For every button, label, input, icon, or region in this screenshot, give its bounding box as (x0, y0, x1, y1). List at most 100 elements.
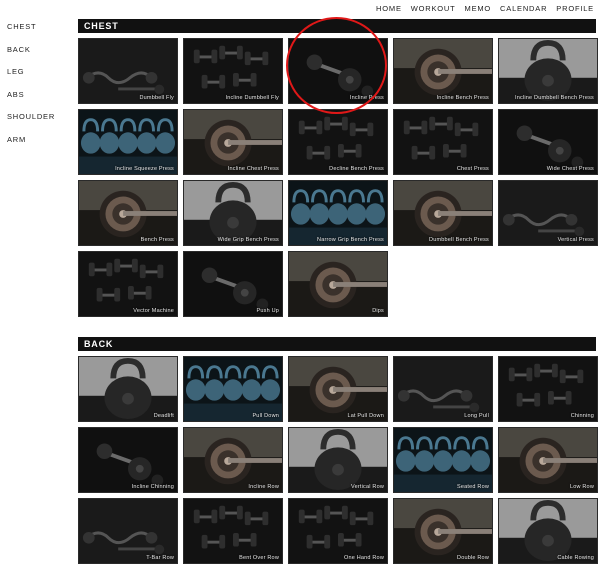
exercise-image (499, 499, 597, 563)
exercise-tile-dumbbell-bench-press[interactable]: Dumbbell Bench Press (393, 180, 493, 246)
exercise-label: One Hand Row (343, 555, 384, 561)
exercise-tile-chest-press[interactable]: Chest Press (393, 109, 493, 175)
nav-calendar[interactable]: CALENDAR (500, 4, 547, 14)
exercise-tile-vector-machine[interactable]: Vector Machine (78, 251, 178, 317)
exercise-image (499, 428, 597, 492)
nav-home[interactable]: HOME (376, 4, 402, 14)
exercise-tile-chinning[interactable]: Chinning (498, 356, 598, 422)
exercise-image (184, 110, 282, 174)
exercise-image (184, 428, 282, 492)
exercise-image (394, 357, 492, 421)
exercise-label: Bent Over Row (239, 555, 279, 561)
exercise-label: Wide Chest Press (546, 166, 594, 172)
exercise-tile-double-row[interactable]: Double Row (393, 498, 493, 564)
exercise-label: Dips (372, 308, 384, 314)
exercise-label: Incline Chinning (131, 484, 174, 490)
exercise-tile-t-bar-row[interactable]: T-Bar Row (78, 498, 178, 564)
exercise-tile-incline-chest-press[interactable]: Incline Chest Press (183, 109, 283, 175)
exercise-tile-one-hand-row[interactable]: One Hand Row (288, 498, 388, 564)
exercise-image (499, 357, 597, 421)
exercise-image (499, 39, 597, 103)
nav-workout[interactable]: WORKOUT (411, 4, 456, 14)
exercise-image (394, 181, 492, 245)
exercise-label: Chest Press (456, 166, 489, 172)
exercise-image (394, 39, 492, 103)
nav-profile[interactable]: PROFILE (556, 4, 594, 14)
exercise-grid-chest: Dumbbell Fly Incline Dumbbell Fly Incline … (78, 38, 600, 317)
nav-memo[interactable]: MEMO (465, 4, 492, 14)
exercise-image (394, 499, 492, 563)
exercise-image (184, 499, 282, 563)
exercise-tile-lat-pull-down[interactable]: Lat Pull Down (288, 356, 388, 422)
exercise-label: Wide Grip Bench Press (217, 237, 279, 243)
section-header-chest: CHEST (78, 19, 596, 33)
exercise-label: Narrow Grip Bench Press (317, 237, 384, 243)
sidebar-item-chest[interactable]: CHEST (7, 22, 62, 45)
exercise-tile-dumbbell-fly[interactable]: Dumbbell Fly (78, 38, 178, 104)
exercise-label: Incline Dumbbell Fly (225, 95, 279, 101)
exercise-label: Incline Chest Press (227, 166, 279, 172)
exercise-label: Dumbbell Bench Press (429, 237, 489, 243)
exercise-label: Long Pull (464, 413, 489, 419)
exercise-tile-vertical-row[interactable]: Vertical Row (288, 427, 388, 493)
exercise-tile-wide-chest-press[interactable]: Wide Chest Press (498, 109, 598, 175)
exercise-image (79, 428, 177, 492)
sidebar-item-leg[interactable]: LEG (7, 67, 62, 90)
exercise-tile-push-up[interactable]: Push Up (183, 251, 283, 317)
exercise-image (289, 181, 387, 245)
exercise-tile-bench-press[interactable]: Bench Press (78, 180, 178, 246)
exercise-label: Decline Bench Press (329, 166, 384, 172)
exercise-tile-cable-rowing[interactable]: Cable Rowing (498, 498, 598, 564)
sidebar: CHEST BACK LEG ABS SHOULDER ARM (7, 22, 62, 157)
exercise-label: Incline Row (248, 484, 279, 490)
exercise-label: Dumbbell Fly (139, 95, 174, 101)
exercise-tile-incline-dumbbell-fly[interactable]: Incline Dumbbell Fly (183, 38, 283, 104)
exercise-tile-incline-bench-press[interactable]: Incline Bench Press (393, 38, 493, 104)
exercise-image (184, 181, 282, 245)
exercise-image (79, 252, 177, 316)
exercise-label: Incline Press (349, 95, 384, 101)
exercise-tile-low-row[interactable]: Low Row (498, 427, 598, 493)
exercise-image (184, 357, 282, 421)
exercise-tile-deadlift[interactable]: Deadlift (78, 356, 178, 422)
exercise-image (499, 110, 597, 174)
sidebar-item-shoulder[interactable]: SHOULDER (7, 112, 62, 135)
exercise-tile-bent-over-row[interactable]: Bent Over Row (183, 498, 283, 564)
exercise-label: Seated Row (457, 484, 489, 490)
exercise-tile-incline-press[interactable]: Incline Press (288, 38, 388, 104)
exercise-image (289, 357, 387, 421)
exercise-image (289, 252, 387, 316)
exercise-image (394, 110, 492, 174)
exercise-image (289, 110, 387, 174)
exercise-image (79, 181, 177, 245)
exercise-tile-dips[interactable]: Dips (288, 251, 388, 317)
exercise-label: Cable Rowing (557, 555, 594, 561)
exercise-image (79, 110, 177, 174)
exercise-tile-long-pull[interactable]: Long Pull (393, 356, 493, 422)
exercise-tile-wide-grip-bench-press[interactable]: Wide Grip Bench Press (183, 180, 283, 246)
exercise-image (79, 357, 177, 421)
exercise-image (289, 428, 387, 492)
sidebar-item-abs[interactable]: ABS (7, 90, 62, 113)
exercise-image (499, 181, 597, 245)
exercise-tile-vertical-press[interactable]: Vertical Press (498, 180, 598, 246)
exercise-image (289, 499, 387, 563)
exercise-label: Incline Bench Press (436, 95, 489, 101)
exercise-image (184, 39, 282, 103)
exercise-tile-incline-chinning[interactable]: Incline Chinning (78, 427, 178, 493)
exercise-label: Deadlift (153, 413, 174, 419)
exercise-image (79, 39, 177, 103)
exercise-tile-incline-squeeze-press[interactable]: Incline Squeeze Press (78, 109, 178, 175)
exercise-tile-seated-row[interactable]: Seated Row (393, 427, 493, 493)
exercise-tile-incline-dumbbell-bench-press[interactable]: Incline Dumbbell Bench Press (498, 38, 598, 104)
exercise-label: Incline Dumbbell Bench Press (515, 95, 594, 101)
exercise-label: Vector Machine (133, 308, 174, 314)
exercise-tile-pull-down[interactable]: Pull Down (183, 356, 283, 422)
sidebar-item-back[interactable]: BACK (7, 45, 62, 68)
exercise-image (79, 499, 177, 563)
exercise-tile-incline-row[interactable]: Incline Row (183, 427, 283, 493)
sidebar-item-arm[interactable]: ARM (7, 135, 62, 158)
exercise-label: Push Up (256, 308, 279, 314)
exercise-tile-narrow-grip-bench-press[interactable]: Narrow Grip Bench Press (288, 180, 388, 246)
exercise-tile-decline-bench-press[interactable]: Decline Bench Press (288, 109, 388, 175)
